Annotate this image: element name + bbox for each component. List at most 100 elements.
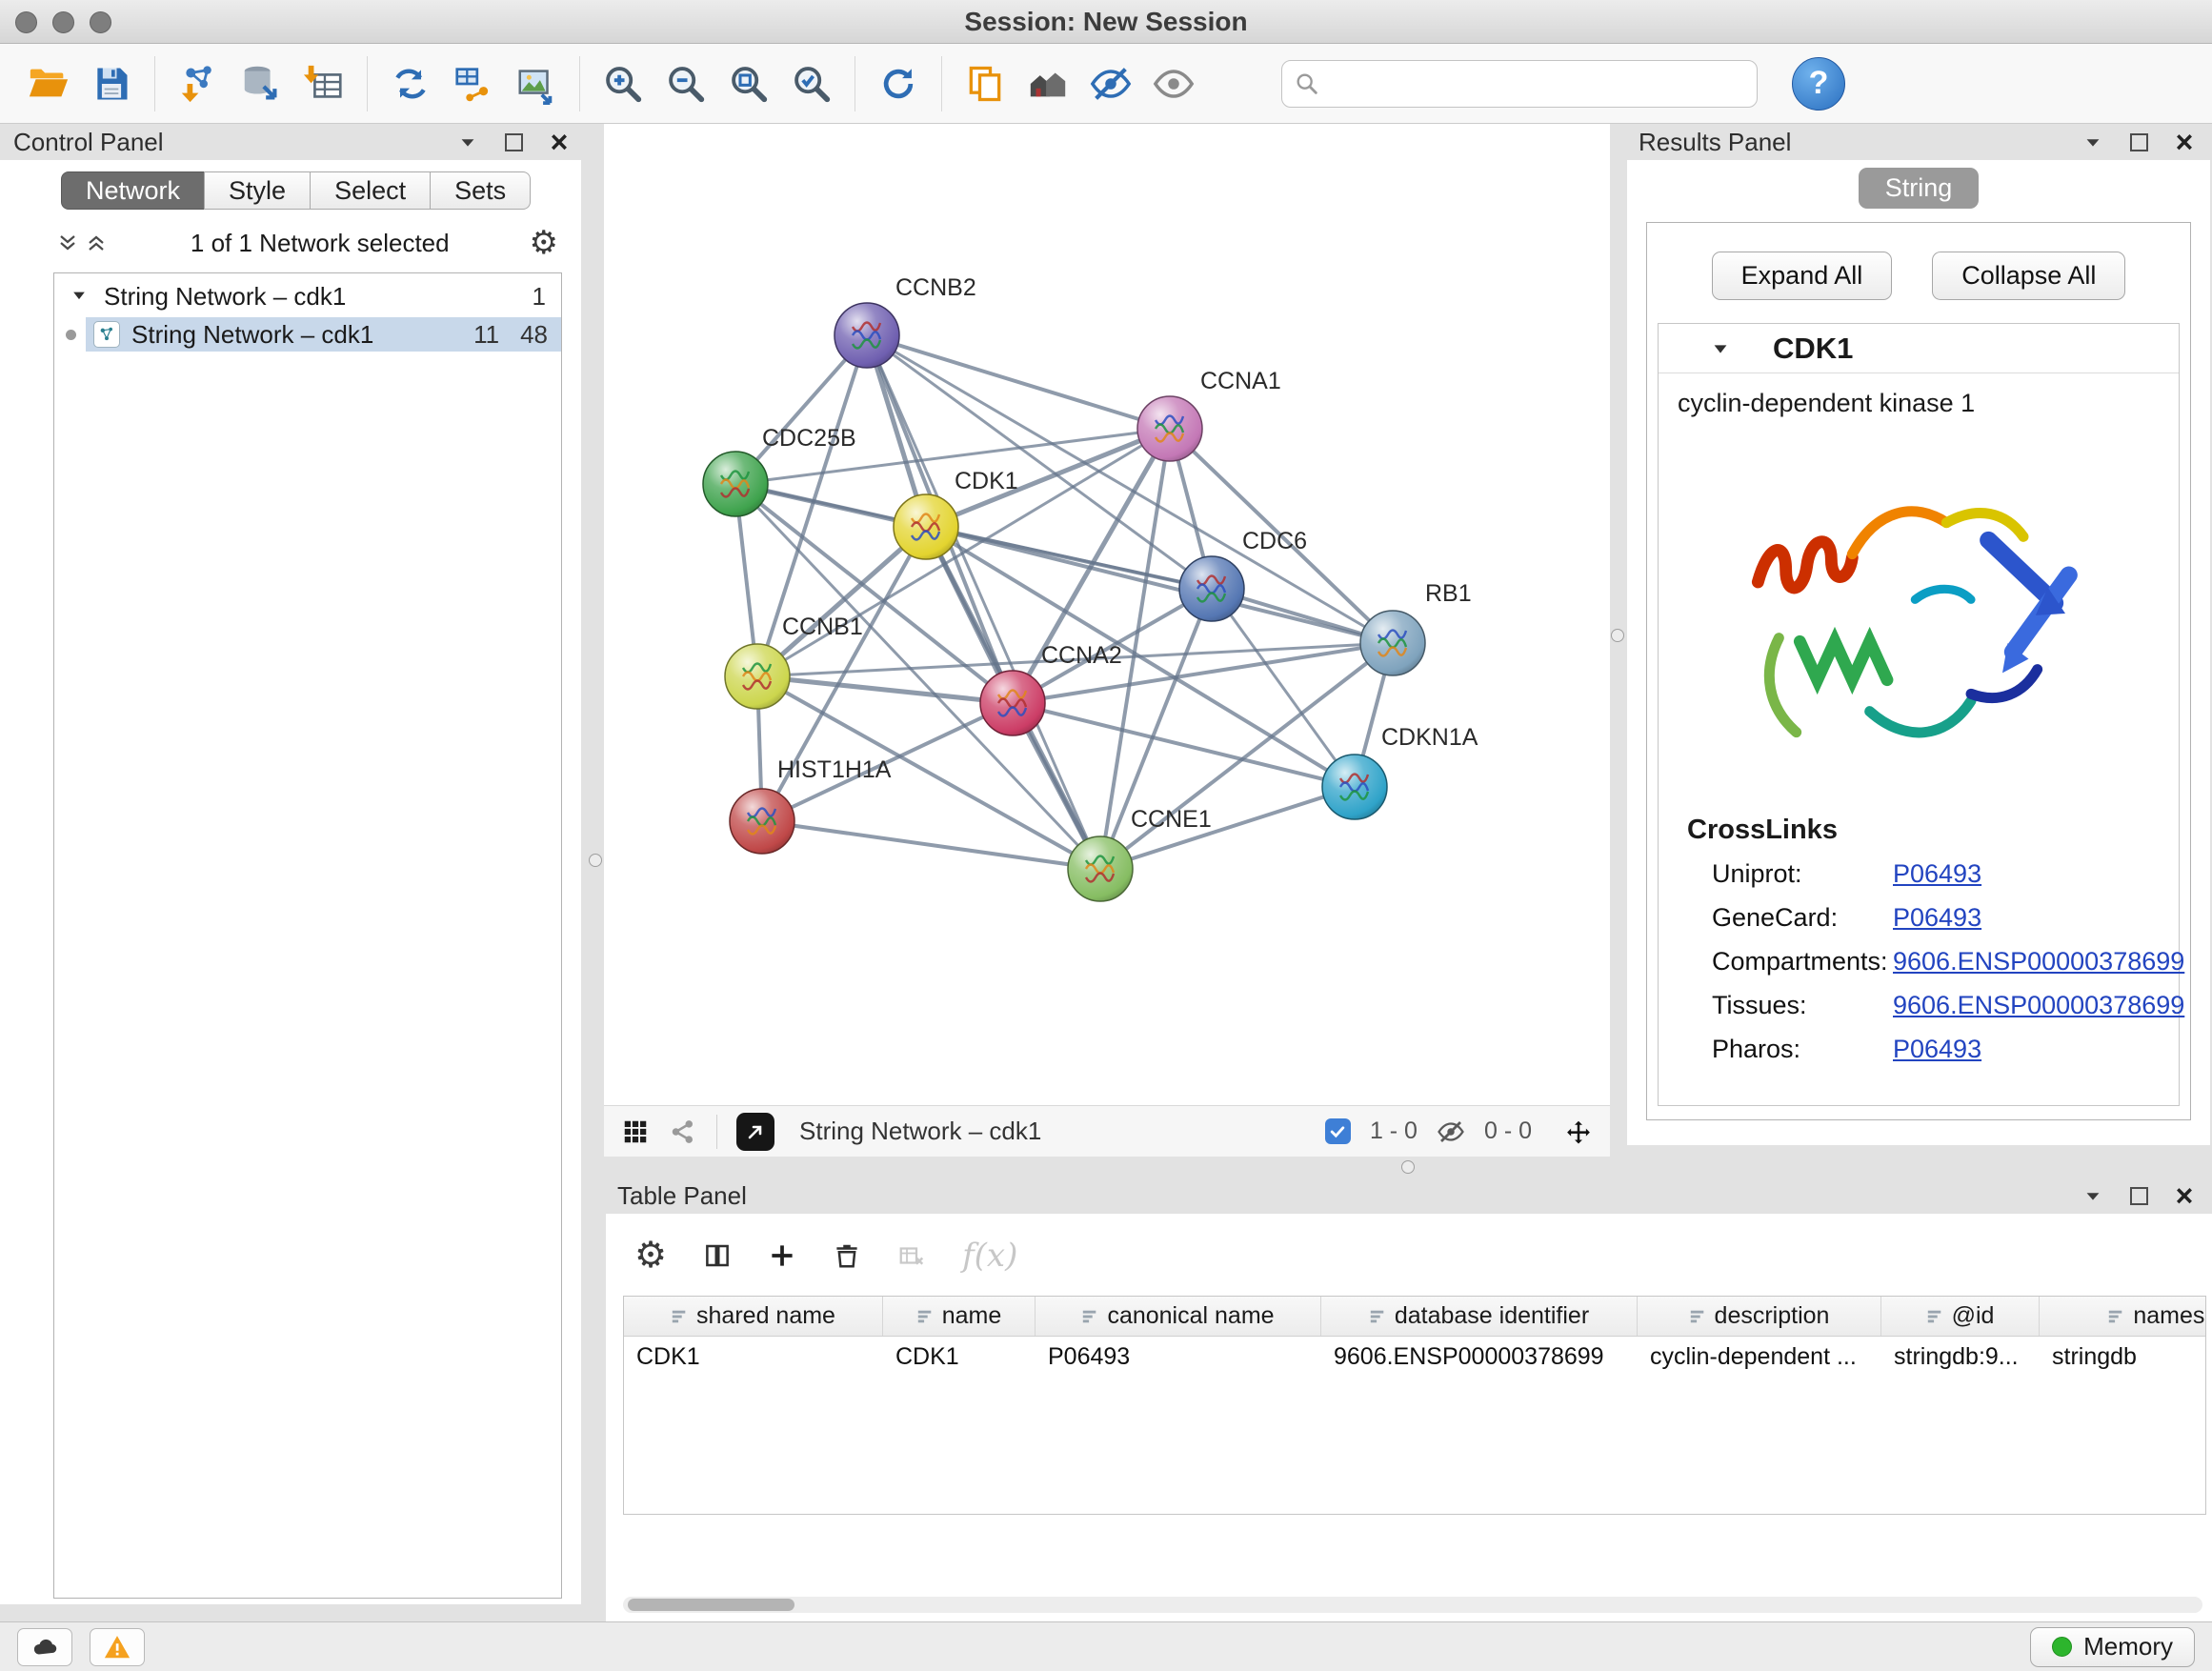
tree-expander-caret-icon[interactable]	[70, 282, 89, 312]
cloud-status-button[interactable]	[17, 1628, 72, 1666]
column-header[interactable]: namespace	[2040, 1297, 2206, 1336]
zoom-in-button[interactable]	[592, 51, 654, 116]
panel-menu-caret-icon[interactable]	[453, 128, 482, 156]
show-columns-icon[interactable]	[703, 1241, 732, 1270]
column-header[interactable]: description	[1638, 1297, 1881, 1336]
network-collection-row[interactable]: String Network – cdk1 1	[54, 279, 561, 313]
close-panel-icon[interactable]: ×	[545, 128, 573, 156]
copy-button[interactable]	[954, 51, 1016, 116]
share-network-icon[interactable]	[669, 1117, 697, 1146]
collapse-all-icon[interactable]	[53, 229, 82, 257]
birdseye-view-button[interactable]	[736, 1113, 774, 1151]
import-network-from-file-button[interactable]	[167, 51, 230, 116]
close-panel-icon[interactable]: ×	[2170, 1181, 2199, 1210]
results-panel-header: Results Panel ×	[1625, 124, 2212, 160]
import-network-from-database-button[interactable]	[230, 51, 292, 116]
memory-button[interactable]: Memory	[2030, 1627, 2195, 1667]
open-session-button[interactable]	[17, 51, 80, 116]
warnings-button[interactable]	[90, 1628, 145, 1666]
grid-view-icon[interactable]	[621, 1117, 650, 1146]
scrollbar-thumb[interactable]	[628, 1599, 794, 1611]
expand-all-icon[interactable]	[82, 229, 111, 257]
network-tools-button[interactable]	[379, 51, 442, 116]
table-panel-header: Table Panel ×	[604, 1178, 2212, 1214]
close-window-button[interactable]	[15, 11, 37, 33]
toggle-graphics-details-button[interactable]	[1079, 51, 1142, 116]
network-node-ccne1[interactable]: CCNE1	[1068, 806, 1212, 901]
crosslink-link[interactable]: 9606.ENSP00000378699	[1893, 947, 2184, 976]
crosslink-link[interactable]: P06493	[1893, 859, 1981, 889]
network-row[interactable]: String Network – cdk1 11 48	[54, 317, 561, 352]
crosslink-link[interactable]: P06493	[1893, 1035, 1981, 1064]
table-settings-gear-icon[interactable]: ⚙	[634, 1238, 667, 1274]
panel-menu-caret-icon[interactable]	[2079, 1181, 2107, 1210]
houses-icon	[1026, 62, 1070, 106]
zoom-out-button[interactable]	[654, 51, 717, 116]
tab-network[interactable]: Network	[61, 171, 205, 210]
right-splitter-handle[interactable]	[1611, 629, 1624, 642]
export-image-button[interactable]	[505, 51, 568, 116]
selected-checkbox[interactable]	[1325, 1118, 1351, 1144]
minimize-window-button[interactable]	[52, 11, 74, 33]
delete-column-trash-icon[interactable]	[833, 1241, 861, 1270]
float-panel-icon[interactable]	[2124, 1181, 2153, 1210]
network-node-hist1h1a[interactable]: HIST1H1A	[730, 756, 892, 854]
hidden-eye-slash-icon[interactable]	[1437, 1117, 1465, 1146]
network-node-ccna1[interactable]: CCNA1	[1137, 368, 1281, 461]
expand-all-button[interactable]: Expand All	[1712, 252, 1893, 300]
float-panel-icon[interactable]	[499, 128, 528, 156]
network-table-tools-button[interactable]	[442, 51, 505, 116]
network-node-rb1[interactable]: RB1	[1360, 580, 1472, 675]
results-tab-string[interactable]: String	[1859, 168, 1980, 209]
network-graph[interactable]: CCNB2CCNA1CDC25BCDK1CDC6RB1CCNB1CCNA2CDK…	[604, 124, 1610, 1105]
status-bar: Memory	[0, 1621, 2212, 1671]
tab-style[interactable]: Style	[204, 171, 311, 210]
column-header[interactable]: name	[883, 1297, 1036, 1336]
table-horizontal-scrollbar[interactable]	[623, 1597, 2202, 1613]
tab-select[interactable]: Select	[310, 171, 431, 210]
column-header[interactable]: @id	[1881, 1297, 2040, 1336]
crosslink-label: GeneCard:	[1712, 903, 1893, 933]
column-header[interactable]: database identifier	[1321, 1297, 1638, 1336]
network-node-ccnb1[interactable]: CCNB1	[725, 614, 863, 709]
column-header[interactable]: shared name	[624, 1297, 883, 1336]
zoom-selected-button[interactable]	[780, 51, 843, 116]
import-table-from-file-button[interactable]	[292, 51, 355, 116]
home-button[interactable]	[1016, 51, 1079, 116]
zoom-fit-button[interactable]	[717, 51, 780, 116]
network-node-ccnb2[interactable]: CCNB2	[835, 274, 976, 368]
panel-menu-caret-icon[interactable]	[2079, 128, 2107, 156]
network-row-selected[interactable]: String Network – cdk1 11 48	[86, 317, 561, 352]
column-header[interactable]: canonical name	[1036, 1297, 1321, 1336]
table-row[interactable]: CDK1 CDK1 P06493 9606.ENSP00000378699 cy…	[624, 1337, 2205, 1377]
crosslink-link[interactable]: P06493	[1893, 903, 1981, 933]
zoom-fit-icon	[727, 62, 771, 106]
search-input[interactable]	[1330, 69, 1745, 98]
bottom-splitter-handle[interactable]	[1401, 1160, 1415, 1174]
table-toolbar: ⚙ f(x)	[606, 1214, 2212, 1282]
add-column-plus-icon[interactable]	[768, 1241, 796, 1270]
left-splitter-handle[interactable]	[589, 854, 602, 867]
collapse-all-button[interactable]: Collapse All	[1932, 252, 2125, 300]
crosslink-link[interactable]: 9606.ENSP00000378699	[1893, 991, 2184, 1020]
save-session-button[interactable]	[80, 51, 143, 116]
network-options-gear-icon[interactable]: ⚙	[530, 227, 558, 259]
network-node-cdkn1a[interactable]: CDKN1A	[1322, 724, 1478, 819]
toolbar-search[interactable]	[1281, 60, 1758, 108]
help-button[interactable]: ?	[1792, 57, 1845, 111]
node-label-ccna2: CCNA2	[1041, 642, 1122, 669]
section-collapse-caret-icon[interactable]	[1706, 334, 1735, 363]
close-panel-icon[interactable]: ×	[2170, 128, 2199, 156]
maximize-window-button[interactable]	[90, 11, 111, 33]
cloud-icon	[30, 1633, 59, 1661]
column-attribute-icon	[1926, 1308, 1943, 1325]
pan-move-icon[interactable]	[1564, 1117, 1593, 1146]
gene-section-header[interactable]: CDK1	[1659, 324, 2179, 373]
refresh-button[interactable]	[867, 51, 930, 116]
tab-sets[interactable]: Sets	[430, 171, 531, 210]
float-panel-icon[interactable]	[2124, 128, 2153, 156]
control-panel-title: Control Panel	[13, 128, 164, 157]
node-table-header-row: shared name name canonical name database…	[624, 1297, 2205, 1337]
network-node-count: 11	[473, 320, 499, 350]
show-graphics-button[interactable]	[1142, 51, 1205, 116]
